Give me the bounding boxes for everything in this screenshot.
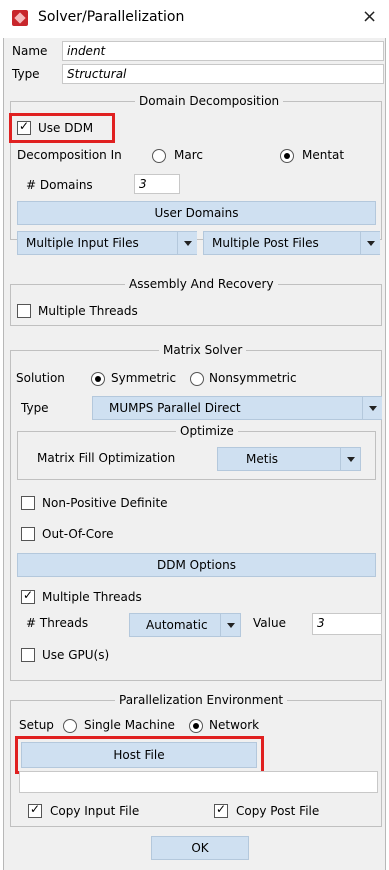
solver-multiple-threads-label: Multiple Threads [42,590,142,604]
use-gpu-label: Use GPU(s) [42,648,110,662]
fill-optimization-value: Metis [246,452,279,466]
use-gpu-checkbox[interactable] [21,648,35,662]
assembly-multiple-threads-label: Multiple Threads [38,304,138,318]
input-files-select-value: Multiple Input Files [26,236,139,250]
threads-label: # Threads [26,616,89,630]
out-of-core-checkbox[interactable] [21,527,35,541]
post-files-select[interactable]: Multiple Post Files [203,231,380,255]
matrix-solver-legend: Matrix Solver [159,343,247,357]
use-ddm-label: Use DDM [38,121,94,135]
nonsymmetric-label: Nonsymmetric [209,371,297,385]
assembly-legend: Assembly And Recovery [125,277,278,291]
single-machine-label: Single Machine [84,718,175,732]
input-files-chevron-down-icon[interactable] [177,232,197,254]
threads-value-field[interactable]: 3 [312,613,382,635]
close-icon[interactable]: × [362,6,377,27]
mentat-label: Mentat [302,148,345,162]
assembly-multiple-threads-checkbox[interactable] [17,304,31,318]
solver-type-chevron-down-icon[interactable] [362,397,382,419]
parallel-env-legend: Parallelization Environment [115,693,288,707]
solution-label: Solution [16,371,65,385]
non-positive-label: Non-Positive Definite [42,496,168,510]
solver-multiple-threads-checkbox[interactable] [21,588,35,604]
post-files-select-value: Multiple Post Files [212,236,319,250]
app-icon [12,10,28,26]
host-file-button[interactable]: Host File [21,742,257,768]
window-title: Solver/Parallelization [38,9,185,25]
threads-mode-value: Automatic [146,618,208,632]
type-label: Type [12,67,40,81]
ddm-options-button[interactable]: DDM Options [17,553,376,577]
name-label: Name [12,44,48,58]
input-files-select[interactable]: Multiple Input Files [17,231,197,255]
dialog-body: Name indent Type Structural Domain Decom… [3,38,386,870]
solver-type-value: MUMPS Parallel Direct [109,401,241,415]
marc-label: Marc [174,148,203,162]
fill-optimization-label: Matrix Fill Optimization [37,451,176,465]
setup-label: Setup [19,718,54,732]
domains-label: # Domains [26,178,93,192]
type-field[interactable]: Structural [62,64,384,84]
fill-optimization-chevron-down-icon[interactable] [340,448,360,470]
symmetric-radio[interactable] [91,372,105,386]
threads-mode-chevron-down-icon[interactable] [220,614,240,636]
network-radio[interactable] [189,719,203,733]
mentat-radio[interactable] [280,149,294,163]
marc-radio[interactable] [152,149,166,163]
single-machine-radio[interactable] [63,719,77,733]
non-positive-checkbox[interactable] [21,496,35,510]
domains-field[interactable]: 3 [134,174,180,194]
copy-post-label: Copy Post File [236,804,320,818]
optimize-legend: Optimize [176,424,238,438]
copy-post-checkbox[interactable] [214,802,228,818]
domain-decomposition-legend: Domain Decomposition [135,94,284,108]
solver-type-select[interactable]: MUMPS Parallel Direct [92,396,382,420]
post-files-chevron-down-icon[interactable] [360,232,380,254]
host-file-field[interactable] [19,771,378,793]
nonsymmetric-radio[interactable] [190,372,204,386]
title-bar: Solver/Parallelization × [0,0,389,38]
use-ddm-checkbox[interactable] [17,119,31,135]
symmetric-label: Symmetric [111,371,177,385]
decomposition-in-label: Decomposition In [17,148,122,162]
solver-parallelization-dialog: Solver/Parallelization × Name indent Typ… [0,0,389,870]
name-field[interactable]: indent [62,41,384,61]
solver-type-label: Type [21,401,49,415]
copy-input-checkbox[interactable] [28,802,42,818]
copy-input-label: Copy Input File [50,804,140,818]
out-of-core-label: Out-Of-Core [42,527,114,541]
value-label: Value [253,616,286,630]
ok-button[interactable]: OK [151,836,249,860]
network-label: Network [209,718,260,732]
user-domains-button[interactable]: User Domains [17,201,376,225]
